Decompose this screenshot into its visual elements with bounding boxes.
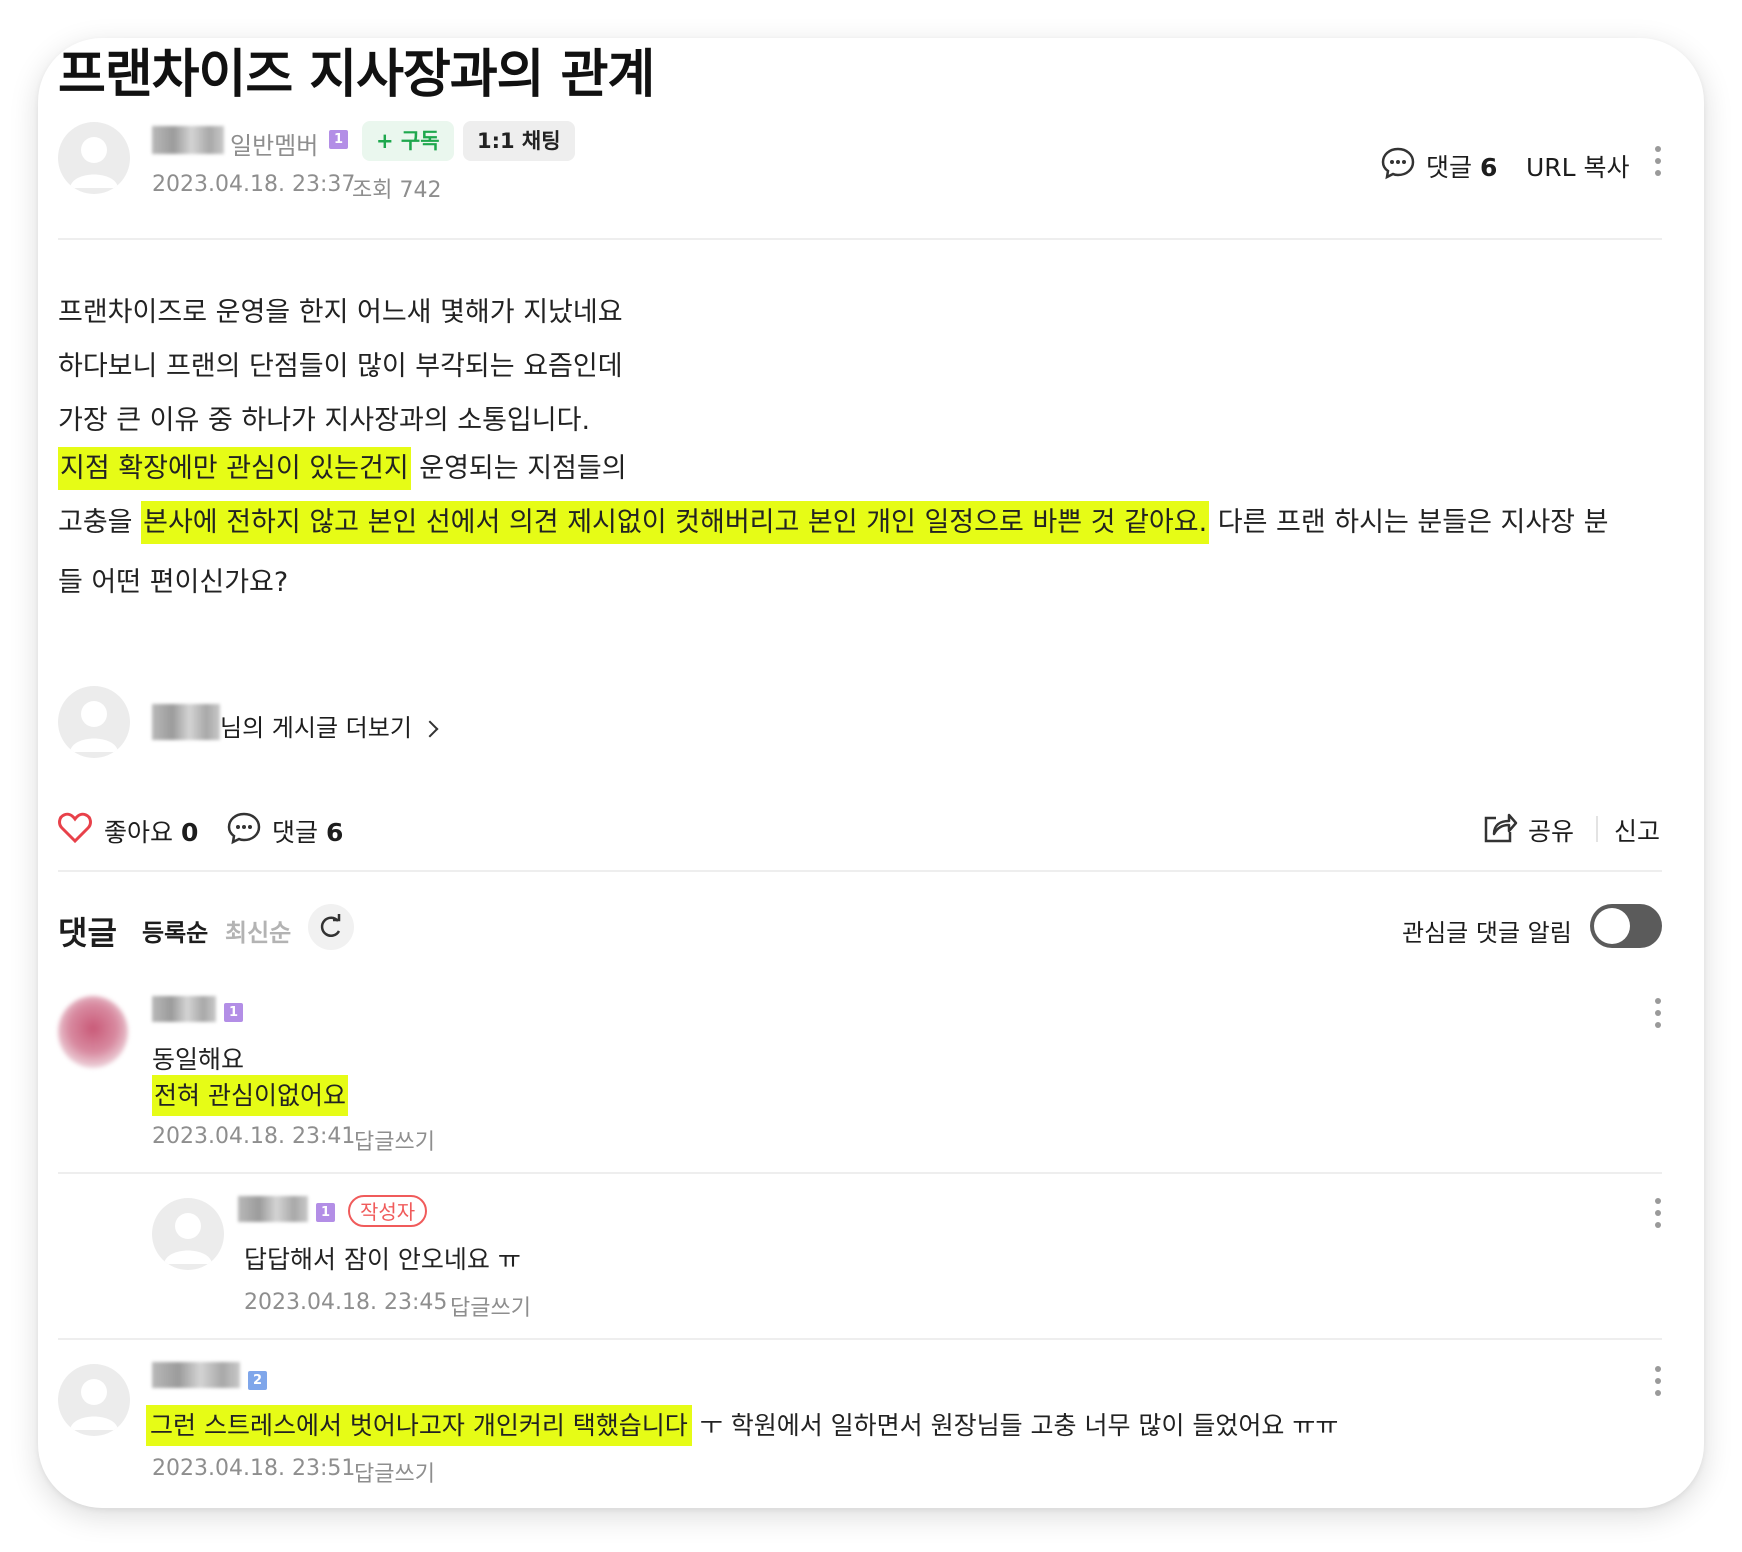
comment-more-menu-icon[interactable] xyxy=(1655,1198,1661,1234)
reply-button[interactable]: 답글쓰기 xyxy=(354,1456,435,1488)
more-posts-link[interactable]: 님의 게시글 더보기 xyxy=(220,708,439,743)
default-avatar-icon xyxy=(70,137,118,188)
refresh-icon xyxy=(320,914,341,937)
comment-count: 6 xyxy=(1479,153,1498,182)
action-divider-line xyxy=(58,870,1662,872)
post-card xyxy=(38,38,1704,1508)
default-avatar-icon xyxy=(70,701,118,752)
comment-text-rest: ㅜ 학원에서 일하면서 원장님들 고충 너무 많이 들었어요 ㅠㅠ xyxy=(691,1411,1339,1440)
comment-text-line: 전혀 관심이없어요 xyxy=(152,1075,348,1116)
notify-toggle[interactable] xyxy=(1590,904,1662,948)
like-count: 0 xyxy=(180,818,199,847)
comment-text-line: 동일해요 xyxy=(152,1045,245,1074)
body-text: 운영되는 지점들의 xyxy=(410,453,627,484)
url-copy-button[interactable]: URL 복사 xyxy=(1526,148,1630,184)
like-button[interactable]: 좋아요 0 xyxy=(104,813,198,849)
author-grade: 일반멤버 xyxy=(230,132,319,160)
body-line-4: 지점 확장에만 관심이 있는건지 운영되는 지점들의 xyxy=(58,446,627,490)
highlight-text: 그런 스트레스에서 벗어나고자 개인커리 택했습니다 xyxy=(146,1405,692,1446)
post-more-menu-icon[interactable] xyxy=(1655,146,1661,182)
commenter-name-blurred[interactable] xyxy=(152,996,216,1022)
body-line-6: 들 어떤 편이신가요? xyxy=(58,567,289,598)
body-line-1: 프랜차이즈로 운영을 한지 어느새 몇해가 지났네요 xyxy=(58,297,623,328)
highlight-text: 본사에 전하지 않고 본인 선에서 의견 제시없이 컷해버리고 본인 개인 일정… xyxy=(141,501,1210,544)
commenter-level-badge: 1 xyxy=(316,1203,335,1222)
body-line-3: 가장 큰 이유 중 하나가 지사장과의 소통입니다. xyxy=(58,405,591,436)
post-views: 조회 742 xyxy=(352,178,442,203)
heart-icon[interactable] xyxy=(58,812,92,844)
comment-icon[interactable] xyxy=(226,810,262,846)
highlight-text: 전혀 관심이없어요 xyxy=(152,1075,348,1116)
author-name-blurred xyxy=(152,704,220,740)
author-avatar[interactable] xyxy=(58,122,130,194)
highlight-text: 지점 확장에만 관심이 있는건지 xyxy=(58,447,411,490)
comment-text: 그런 스트레스에서 벗어나고자 개인커리 택했습니다 ㅜ 학원에서 일하면서 원… xyxy=(146,1405,1339,1446)
action-divider xyxy=(1596,816,1598,842)
comment-icon[interactable] xyxy=(1380,145,1416,181)
comments-title: 댓글 xyxy=(58,914,117,952)
author-avatar[interactable] xyxy=(58,686,130,758)
refresh-button[interactable] xyxy=(308,904,354,950)
action-comment-button[interactable]: 댓글 6 xyxy=(272,813,343,849)
body-line-2: 하다보니 프랜의 단점들이 많이 부각되는 요즘인데 xyxy=(58,351,623,382)
author-badge: 작성자 xyxy=(348,1195,428,1227)
sort-latest-tab[interactable]: 최신순 xyxy=(225,913,291,948)
post-title: 프랜차이즈 지사장과의 관계 xyxy=(58,45,655,105)
comment-label: 댓글 xyxy=(1426,153,1473,182)
body-line-5: 고충을 본사에 전하지 않고 본인 선에서 의견 제시없이 컷해버리고 본인 개… xyxy=(58,500,1609,544)
share-button[interactable]: 공유 xyxy=(1528,812,1574,848)
commenter-level-badge: 2 xyxy=(248,1371,267,1390)
body-text: 다른 프랜 하시는 분들은 지사장 분 xyxy=(1209,507,1609,538)
commenter-name-blurred[interactable] xyxy=(238,1196,308,1222)
comment-date: 2023.04.18. 23:51 xyxy=(152,1456,356,1481)
more-posts-label: 님의 게시글 더보기 xyxy=(220,714,412,742)
subscribe-button[interactable]: + 구독 xyxy=(362,121,454,161)
comment-divider xyxy=(58,1172,1662,1174)
comment-more-menu-icon[interactable] xyxy=(1655,1366,1661,1402)
commenter-avatar[interactable] xyxy=(58,1364,130,1436)
comment-date: 2023.04.18. 23:45 xyxy=(244,1290,448,1315)
share-icon[interactable] xyxy=(1482,810,1518,844)
reply-button[interactable]: 답글쓰기 xyxy=(354,1124,435,1156)
comment-label: 댓글 xyxy=(272,818,319,847)
default-avatar-icon xyxy=(164,1213,212,1264)
commenter-avatar[interactable] xyxy=(152,1198,224,1270)
body-text: 고충을 xyxy=(58,507,142,538)
default-avatar-icon xyxy=(70,1379,118,1430)
notify-label: 관심글 댓글 알림 xyxy=(1402,919,1572,947)
header-divider xyxy=(58,238,1662,240)
comment-text: 답답해서 잠이 안오네요 ㅠ xyxy=(244,1245,521,1274)
post-date: 2023.04.18. 23:37 xyxy=(152,172,356,197)
chevron-right-icon xyxy=(421,720,439,738)
comment-date: 2023.04.18. 23:41 xyxy=(152,1124,356,1149)
author-name-blurred[interactable] xyxy=(152,126,224,154)
comment-divider xyxy=(58,1338,1662,1340)
chat-button[interactable]: 1:1 채팅 xyxy=(463,121,575,161)
toggle-knob xyxy=(1594,908,1630,944)
like-label: 좋아요 xyxy=(104,818,174,847)
commenter-avatar[interactable] xyxy=(58,996,128,1068)
header-comment-button[interactable]: 댓글 6 xyxy=(1426,148,1497,184)
reply-button[interactable]: 답글쓰기 xyxy=(450,1290,531,1322)
commenter-level-badge: 1 xyxy=(224,1003,243,1022)
comment-count: 6 xyxy=(325,818,344,847)
report-button[interactable]: 신고 xyxy=(1614,812,1660,848)
commenter-name-blurred[interactable] xyxy=(152,1362,240,1388)
sort-registered-tab[interactable]: 등록순 xyxy=(142,913,208,948)
comment-more-menu-icon[interactable] xyxy=(1655,998,1661,1034)
author-level-badge: 1 xyxy=(329,130,348,149)
